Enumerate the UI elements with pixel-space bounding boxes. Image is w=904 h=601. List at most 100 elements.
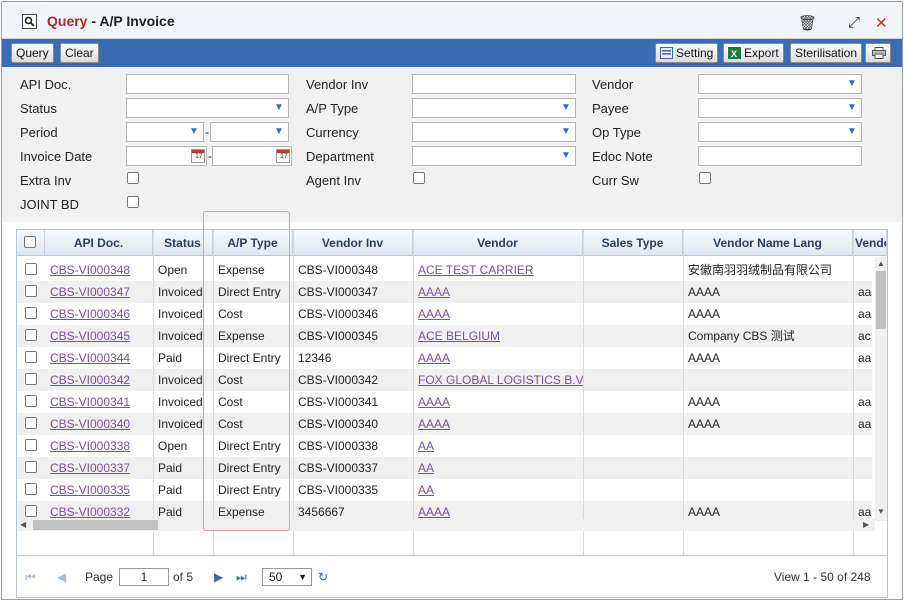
page-size-select[interactable]: 50 ▼ (262, 568, 312, 586)
row-checkbox[interactable] (25, 373, 37, 385)
cell-api-doc[interactable]: CBS-VI000340 (45, 413, 153, 435)
setting-button[interactable]: Setting (655, 43, 719, 63)
calendar-icon[interactable]: 17 (191, 149, 205, 163)
refresh-icon[interactable]: ↻ (318, 570, 328, 584)
row-checkbox[interactable] (25, 505, 37, 517)
scroll-up-icon[interactable]: ▲ (877, 259, 885, 268)
period-to-select[interactable]: ▼ (210, 122, 289, 142)
scroll-down-icon[interactable]: ▼ (877, 507, 885, 516)
cell-api-doc[interactable]: CBS-VI000337 (45, 457, 153, 479)
row-checkbox[interactable] (25, 483, 37, 495)
cell-api-doc[interactable]: CBS-VI000345 (45, 325, 153, 347)
cell-api-doc[interactable]: CBS-VI000335 (45, 479, 153, 501)
cell-api-doc[interactable]: CBS-VI000342 (45, 369, 153, 391)
row-checkbox[interactable] (25, 417, 37, 429)
clear-button[interactable]: Clear (60, 43, 99, 63)
table-row[interactable]: CBS-VI000348 Open Expense CBS-VI000348 ACE T… (17, 259, 872, 281)
table-row[interactable]: CBS-VI000335 Paid Direct Entry CBS-VI000335… (17, 479, 872, 501)
calendar-icon[interactable]: 17 (276, 149, 290, 163)
prev-page-icon[interactable]: ◀ (57, 570, 66, 584)
horizontal-scroll-thumb[interactable] (33, 520, 158, 530)
page-input[interactable]: 1 (119, 568, 169, 586)
row-checkbox[interactable] (25, 285, 37, 297)
cell-vendor[interactable]: AA (413, 457, 583, 479)
col-header-vendor-2[interactable]: Vendo (853, 230, 887, 256)
table-row[interactable]: CBS-VI000345 Invoiced Expense CBS-VI000345 A… (17, 325, 872, 347)
toolbar: Query Clear Setting X Export Sterilisati… (2, 39, 902, 67)
col-header-vendor[interactable]: Vendor (413, 230, 583, 256)
export-button[interactable]: X Export (723, 43, 784, 63)
cell-api-doc[interactable]: CBS-VI000338 (45, 435, 153, 457)
row-checkbox[interactable] (25, 461, 37, 473)
scroll-left-icon[interactable]: ◀ (20, 520, 26, 529)
scroll-right-icon[interactable]: ▶ (863, 520, 869, 529)
cell-vendor[interactable]: ACE BELGIUM (413, 325, 583, 347)
col-header-vendor-name-lang[interactable]: Vendor Name Lang (683, 230, 853, 256)
cell-api-doc[interactable]: CBS-VI000346 (45, 303, 153, 325)
table-row[interactable]: CBS-VI000340 Invoiced Cost CBS-VI000340 AAAA… (17, 413, 872, 435)
close-icon[interactable]: ✕ (875, 14, 888, 32)
col-header-status[interactable]: Status (153, 230, 213, 256)
currency-select[interactable]: ▼ (412, 122, 576, 142)
cell-vendor[interactable]: AAAA (413, 303, 583, 325)
table-row[interactable]: CBS-VI000346 Invoiced Cost CBS-VI000346 AAAA… (17, 303, 872, 325)
table-row[interactable]: CBS-VI000337 Paid Direct Entry CBS-VI000337… (17, 457, 872, 479)
table-row[interactable]: CBS-VI000344 Paid Direct Entry 12346 AAAA AAA… (17, 347, 872, 369)
department-select[interactable]: ▼ (412, 146, 576, 166)
row-checkbox[interactable] (25, 307, 37, 319)
col-header-ap-type[interactable]: A/P Type (213, 230, 293, 256)
vendor-inv-input[interactable] (412, 74, 576, 94)
next-page-icon[interactable]: ▶ (214, 570, 223, 584)
table-row[interactable]: CBS-VI000347 Invoiced Direct Entry CBS-VI00… (17, 281, 872, 303)
vertical-scrollbar[interactable]: ▲ ▼ (875, 257, 887, 521)
payee-select[interactable]: ▼ (698, 98, 862, 118)
col-header-api-doc[interactable]: API Doc. (45, 230, 153, 256)
cell-vendor[interactable]: ACE TEST CARRIER (413, 259, 583, 281)
last-page-icon[interactable]: ⏭ (236, 570, 247, 585)
sterilisation-button[interactable]: Sterilisation (790, 43, 863, 63)
op-type-select[interactable]: ▼ (698, 122, 862, 142)
first-page-icon[interactable]: ⏮ (25, 570, 36, 585)
curr-sw-checkbox[interactable] (699, 172, 711, 184)
query-button[interactable]: Query (11, 43, 54, 63)
period-from-select[interactable]: ▼ (126, 122, 204, 142)
vertical-scroll-thumb[interactable] (876, 271, 886, 329)
cell-api-doc[interactable]: CBS-VI000348 (45, 259, 153, 281)
row-checkbox[interactable] (25, 395, 37, 407)
col-header-vendor-inv[interactable]: Vendor Inv (293, 230, 413, 256)
table-row[interactable]: CBS-VI000342 Invoiced Cost CBS-VI000342 FOX … (17, 369, 872, 391)
cell-api-doc[interactable]: CBS-VI000344 (45, 347, 153, 369)
cell-vendor[interactable]: AA (413, 479, 583, 501)
cell-vendor[interactable]: AAAA (413, 413, 583, 435)
row-checkbox[interactable] (25, 263, 37, 275)
row-checkbox[interactable] (25, 439, 37, 451)
invoice-date-to-input[interactable]: 17 (212, 146, 292, 166)
ap-type-select[interactable]: ▼ (412, 98, 576, 118)
table-row[interactable]: CBS-VI000338 Open Direct Entry CBS-VI000338… (17, 435, 872, 457)
horizontal-scrollbar[interactable]: ◀ ▶ (17, 519, 875, 531)
col-header-sales-type[interactable]: Sales Type (583, 230, 683, 256)
delete-icon[interactable]: 🗑 (798, 14, 817, 32)
cell-vendor[interactable]: AAAA (413, 281, 583, 303)
extra-inv-checkbox[interactable] (127, 172, 139, 184)
chevron-down-icon: ▼ (561, 102, 571, 113)
edoc-note-input[interactable] (698, 146, 862, 166)
cell-vendor[interactable]: AAAA (413, 347, 583, 369)
table-row[interactable]: CBS-VI000341 Invoiced Cost CBS-VI000341 AAAA… (17, 391, 872, 413)
invoice-date-from-input[interactable]: 17 (126, 146, 207, 166)
cell-api-doc[interactable]: CBS-VI000347 (45, 281, 153, 303)
cell-api-doc[interactable]: CBS-VI000341 (45, 391, 153, 413)
api-doc-input[interactable] (126, 74, 289, 94)
joint-bd-checkbox[interactable] (127, 196, 139, 208)
cell-vendor[interactable]: AA (413, 435, 583, 457)
restore-icon[interactable]: ⤢ (848, 14, 860, 31)
select-all-checkbox[interactable] (24, 236, 36, 248)
cell-vendor[interactable]: AAAA (413, 391, 583, 413)
print-button[interactable] (865, 43, 891, 63)
row-checkbox[interactable] (25, 329, 37, 341)
row-checkbox[interactable] (25, 351, 37, 363)
agent-inv-checkbox[interactable] (413, 172, 425, 184)
vendor-select[interactable]: ▼ (698, 74, 862, 94)
cell-vendor[interactable]: FOX GLOBAL LOGISTICS B.V (413, 369, 583, 391)
status-select[interactable]: ▼ (126, 98, 289, 118)
